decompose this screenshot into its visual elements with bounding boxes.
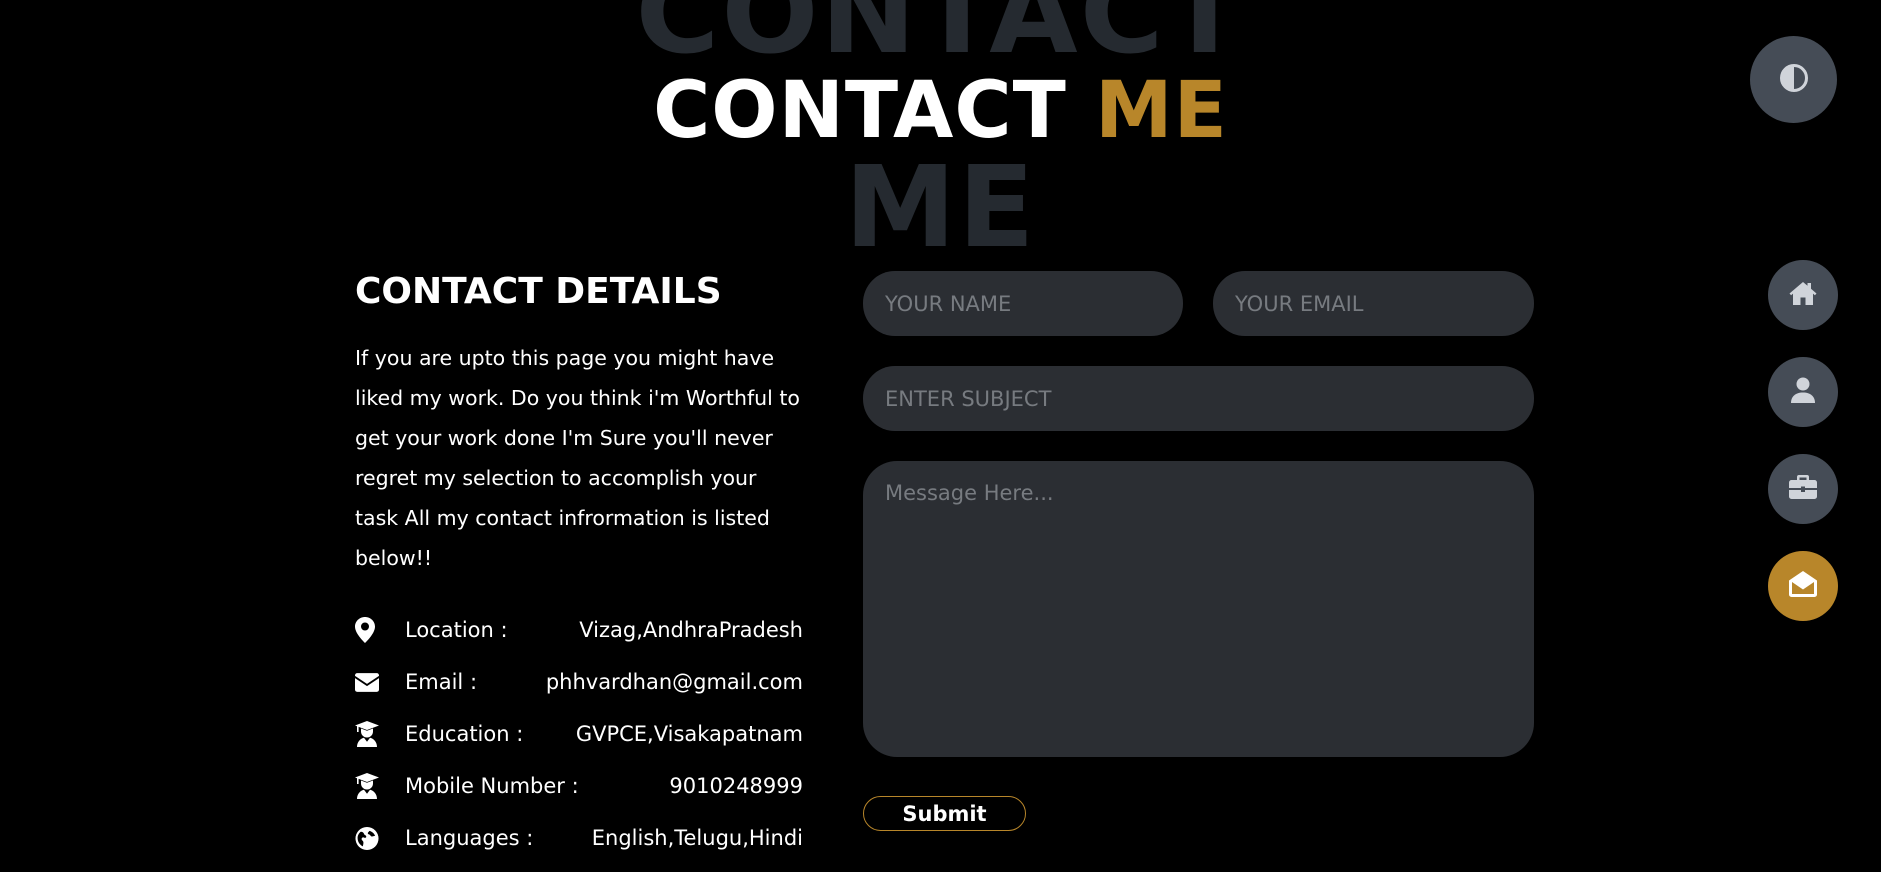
- info-row-education: Education : GVPCE,Visakapatnam: [355, 708, 803, 760]
- contact-details-title: CONTACT DETAILS: [355, 271, 722, 312]
- user-icon: [1791, 377, 1815, 407]
- email-input-placeholder: YOUR EMAIL: [1235, 291, 1364, 316]
- background-heading-word: ME: [844, 143, 1037, 273]
- info-label: Email :: [405, 670, 478, 694]
- briefcase-icon: [1789, 475, 1817, 503]
- contact-page: CONTACT ME CONTACT ME CONTACT DETAILS If…: [0, 0, 1881, 872]
- background-heading-word: CONTACT: [635, 0, 1246, 79]
- contact-info-list: Location : Vizag,AndhraPradesh Email : p…: [355, 604, 803, 864]
- info-row-location: Location : Vizag,AndhraPradesh: [355, 604, 803, 656]
- nav-about-button[interactable]: [1768, 357, 1838, 427]
- info-label: Location :: [405, 618, 508, 642]
- info-label: Education :: [405, 722, 524, 746]
- contact-details-description: If you are upto this page you might have…: [355, 346, 800, 570]
- page-title: CONTACT ME: [0, 72, 1881, 150]
- info-value: GVPCE,Visakapatnam: [575, 722, 803, 746]
- nav-contact-button[interactable]: [1768, 551, 1838, 621]
- info-row-mobile: Mobile Number : 9010248999: [355, 760, 803, 812]
- location-pin-icon: [355, 617, 379, 643]
- info-label: Languages :: [405, 826, 534, 850]
- info-row-languages: Languages : English,Telugu,Hindi: [355, 812, 803, 864]
- name-input[interactable]: YOUR NAME: [863, 271, 1183, 336]
- message-textarea[interactable]: Message Here...: [863, 461, 1534, 757]
- info-value: Vizag,AndhraPradesh: [579, 618, 803, 642]
- info-value: phhvardhan@gmail.com: [545, 670, 803, 694]
- envelope-open-icon: [1789, 571, 1817, 601]
- nav-home-button[interactable]: [1768, 260, 1838, 330]
- info-row-email: Email : phhvardhan@gmail.com: [355, 656, 803, 708]
- info-label: Mobile Number :: [405, 774, 579, 798]
- nav-portfolio-button[interactable]: [1768, 454, 1838, 524]
- contact-details: CONTACT DETAILS If you are upto this pag…: [355, 268, 803, 864]
- envelope-icon: [355, 670, 379, 694]
- page-title-main: CONTACT: [653, 66, 1067, 156]
- home-icon: [1789, 281, 1817, 309]
- submit-button[interactable]: Submit: [863, 796, 1026, 831]
- subject-input-placeholder: ENTER SUBJECT: [885, 386, 1052, 411]
- info-value: 9010248999: [669, 774, 803, 798]
- email-input[interactable]: YOUR EMAIL: [1213, 271, 1534, 336]
- message-textarea-placeholder: Message Here...: [885, 481, 1054, 505]
- globe-icon: [355, 826, 379, 850]
- name-input-placeholder: YOUR NAME: [885, 291, 1012, 316]
- subject-input[interactable]: ENTER SUBJECT: [863, 366, 1534, 431]
- page-title-accent: ME: [1095, 66, 1228, 156]
- graduate-icon: [355, 721, 379, 747]
- contrast-icon: [1779, 63, 1809, 97]
- graduate-icon: [355, 773, 379, 799]
- info-value: English,Telugu,Hindi: [591, 826, 803, 850]
- theme-toggle-button[interactable]: [1750, 36, 1837, 123]
